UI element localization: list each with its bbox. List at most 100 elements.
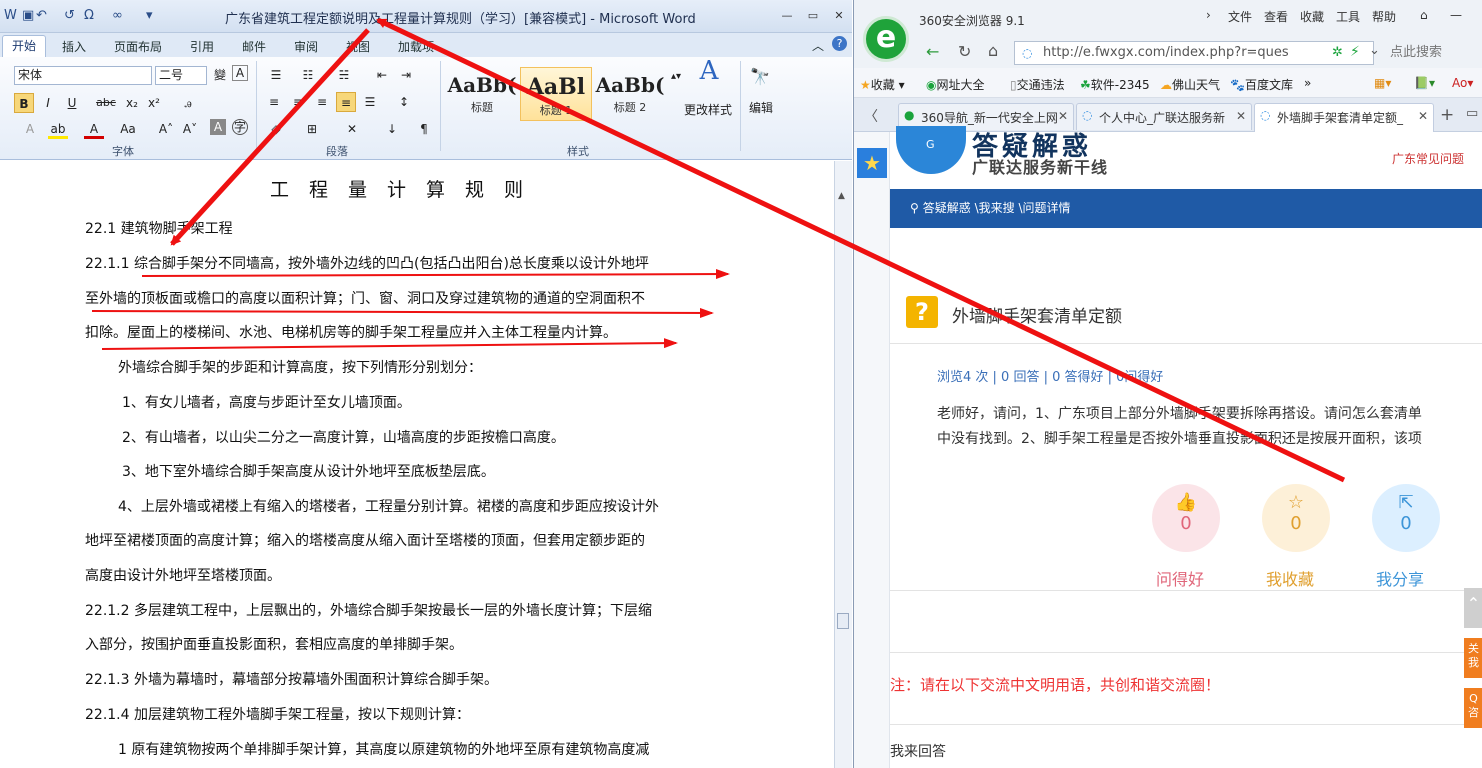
url-input[interactable]: http://e.fwxgx.com/index.php?r=ques (1014, 41, 1374, 65)
grow-font-icon[interactable]: A˄ (156, 119, 176, 139)
equation-icon[interactable]: ∞ (112, 8, 123, 23)
symbol-icon[interactable]: Ω (84, 8, 94, 23)
menu-tools[interactable]: 工具 (1336, 8, 1360, 25)
close-tab-icon[interactable]: ✕ (1058, 109, 1068, 123)
strikethrough-button[interactable]: abc (96, 93, 116, 113)
redo-icon[interactable]: ↺ (64, 8, 75, 23)
breadcrumb-text[interactable]: 答疑解惑 \我来搜 \问题详情 (923, 201, 1071, 215)
superscript-button[interactable]: x² (144, 93, 164, 113)
styles-scroll-icon[interactable]: ▴▾ (666, 67, 686, 87)
style-heading-1[interactable]: AaBl 标题 1 (520, 67, 592, 121)
like-label[interactable]: 问得好 (1156, 566, 1204, 590)
edit-label[interactable]: 编辑 (749, 99, 773, 116)
multilevel-list-icon[interactable]: ☵ (334, 65, 354, 85)
highlight-icon[interactable]: ab (48, 119, 68, 139)
fav-item[interactable]: ☁佛山天气 (1160, 76, 1220, 93)
undo-icon[interactable]: ↶ (36, 8, 47, 23)
char-border-icon[interactable]: A (232, 65, 248, 81)
tab-view[interactable]: 视图 (346, 38, 370, 55)
tab-insert[interactable]: 插入 (62, 38, 86, 55)
close-tab-icon[interactable]: ✕ (1236, 109, 1246, 123)
bullets-icon[interactable]: ☰ (266, 65, 286, 85)
fav-item[interactable]: ▯交通违法 (1010, 76, 1065, 93)
like-button[interactable]: 👍 0 (1152, 484, 1220, 552)
speed-icon[interactable]: ✲ (1332, 45, 1343, 60)
fav-item[interactable]: ◉网址大全 (926, 76, 985, 93)
show-marks-icon[interactable]: ¶ (414, 119, 434, 139)
search-input[interactable]: 点此搜索 (1384, 41, 1482, 65)
qq-consult-side-button[interactable]: Q咨 (1464, 688, 1482, 728)
subscript-button[interactable]: x₂ (122, 93, 142, 113)
browser-tab[interactable]: ◌ 个人中心_广联达服务新 ✕ (1076, 103, 1252, 130)
chinese-layout-icon[interactable]: ✕ (342, 119, 362, 139)
tab-addins[interactable]: 加载项 (398, 38, 434, 55)
menu-help[interactable]: 帮助 (1372, 8, 1396, 25)
tab-review[interactable]: 审阅 (294, 38, 318, 55)
tab-scroll-left-icon[interactable]: 〈 (864, 106, 878, 126)
fav-collect[interactable]: ★收藏 ▾ (860, 76, 905, 93)
collect-label[interactable]: 我收藏 (1266, 566, 1314, 590)
tab-home[interactable]: 开始 (2, 35, 46, 57)
italic-button[interactable]: I (38, 93, 58, 113)
lightning-icon[interactable]: ⚡ (1350, 44, 1360, 60)
underline-button[interactable]: U (62, 93, 82, 113)
increase-indent-icon[interactable]: ⇥ (396, 65, 416, 85)
minimize-button[interactable]: — (1450, 8, 1462, 22)
fav-item[interactable]: ☘软件-2345 (1080, 76, 1150, 93)
tab-page-layout[interactable]: 页面布局 (114, 38, 162, 55)
follow-side-button[interactable]: 关我 (1464, 638, 1482, 678)
scroll-thumb[interactable] (837, 613, 849, 629)
text-effects-icon[interactable]: A (20, 119, 40, 139)
scroll-top-button[interactable]: ⌃ (1464, 588, 1482, 628)
menu-chevron-icon[interactable]: › (1206, 8, 1211, 22)
word-app-icon[interactable]: W (4, 8, 17, 23)
tab-references[interactable]: 引用 (190, 38, 214, 55)
align-center-icon[interactable]: ≡ (288, 92, 308, 112)
close-button[interactable]: ✕ (830, 8, 848, 24)
minimize-button[interactable]: — (778, 8, 796, 24)
line-spacing-icon[interactable]: ↕ (394, 92, 414, 112)
menu-file[interactable]: 文件 (1228, 8, 1252, 25)
favorites-star-icon[interactable]: ★ (857, 148, 887, 178)
phonetic-guide-icon[interactable]: 變 (210, 65, 230, 85)
close-tab-icon[interactable]: ✕ (1418, 109, 1428, 123)
vertical-scrollbar[interactable]: ▲ (834, 161, 852, 768)
fav-more-icon[interactable]: » (1304, 76, 1311, 90)
back-icon[interactable]: ← (926, 42, 939, 61)
share-button[interactable]: ⇱ 0 (1372, 484, 1440, 552)
book-icon[interactable]: 📗▾ (1414, 76, 1435, 90)
new-tab-icon[interactable]: + (1440, 105, 1454, 125)
change-styles-icon[interactable]: A (694, 58, 724, 91)
ribbon-collapse-icon[interactable]: ︿ (812, 37, 824, 54)
menu-favorites[interactable]: 收藏 (1300, 8, 1324, 25)
help-icon[interactable]: ? (832, 36, 847, 51)
site-corner-link[interactable]: 广东常见问题 (1392, 150, 1464, 167)
shading-icon[interactable]: ◈ (266, 119, 286, 139)
change-styles-label[interactable]: 更改样式 (684, 101, 732, 118)
change-case-icon[interactable]: Aa (118, 119, 138, 139)
share-label[interactable]: 我分享 (1376, 566, 1424, 590)
borders-icon[interactable]: ⊞ (302, 119, 322, 139)
menu-view[interactable]: 查看 (1264, 8, 1288, 25)
office-icon[interactable]: Ao▾ (1452, 76, 1473, 90)
refresh-icon[interactable]: ↻ (958, 42, 971, 61)
font-color-icon[interactable]: A (84, 119, 104, 139)
clear-format-icon[interactable]: ꭿ (178, 93, 198, 113)
bold-button[interactable]: B (14, 93, 34, 113)
find-icon[interactable]: 🔭 (750, 67, 770, 87)
tab-mailings[interactable]: 邮件 (242, 38, 266, 55)
sort-icon[interactable]: ↓ (382, 119, 402, 139)
customize-qat-icon[interactable]: ▾ (146, 8, 153, 23)
align-right-icon[interactable]: ≡ (312, 92, 332, 112)
url-dropdown-icon[interactable]: ⌄ (1369, 43, 1380, 58)
font-name-combo[interactable]: 宋体 (14, 66, 152, 85)
save-icon[interactable]: ▣ (22, 8, 34, 23)
style-heading-2[interactable]: AaBb( 标题 2 (594, 67, 666, 121)
browser-logo-icon[interactable]: e (863, 16, 909, 62)
distributed-icon[interactable]: ☰ (360, 92, 380, 112)
maximize-button[interactable]: ▭ (804, 8, 822, 24)
enclose-char-icon[interactable]: 字 (232, 119, 248, 135)
fav-item[interactable]: 🐾百度文库 (1230, 76, 1293, 93)
tab-list-icon[interactable]: ▭ (1466, 106, 1478, 121)
home-icon[interactable]: ⌂ (988, 41, 998, 60)
